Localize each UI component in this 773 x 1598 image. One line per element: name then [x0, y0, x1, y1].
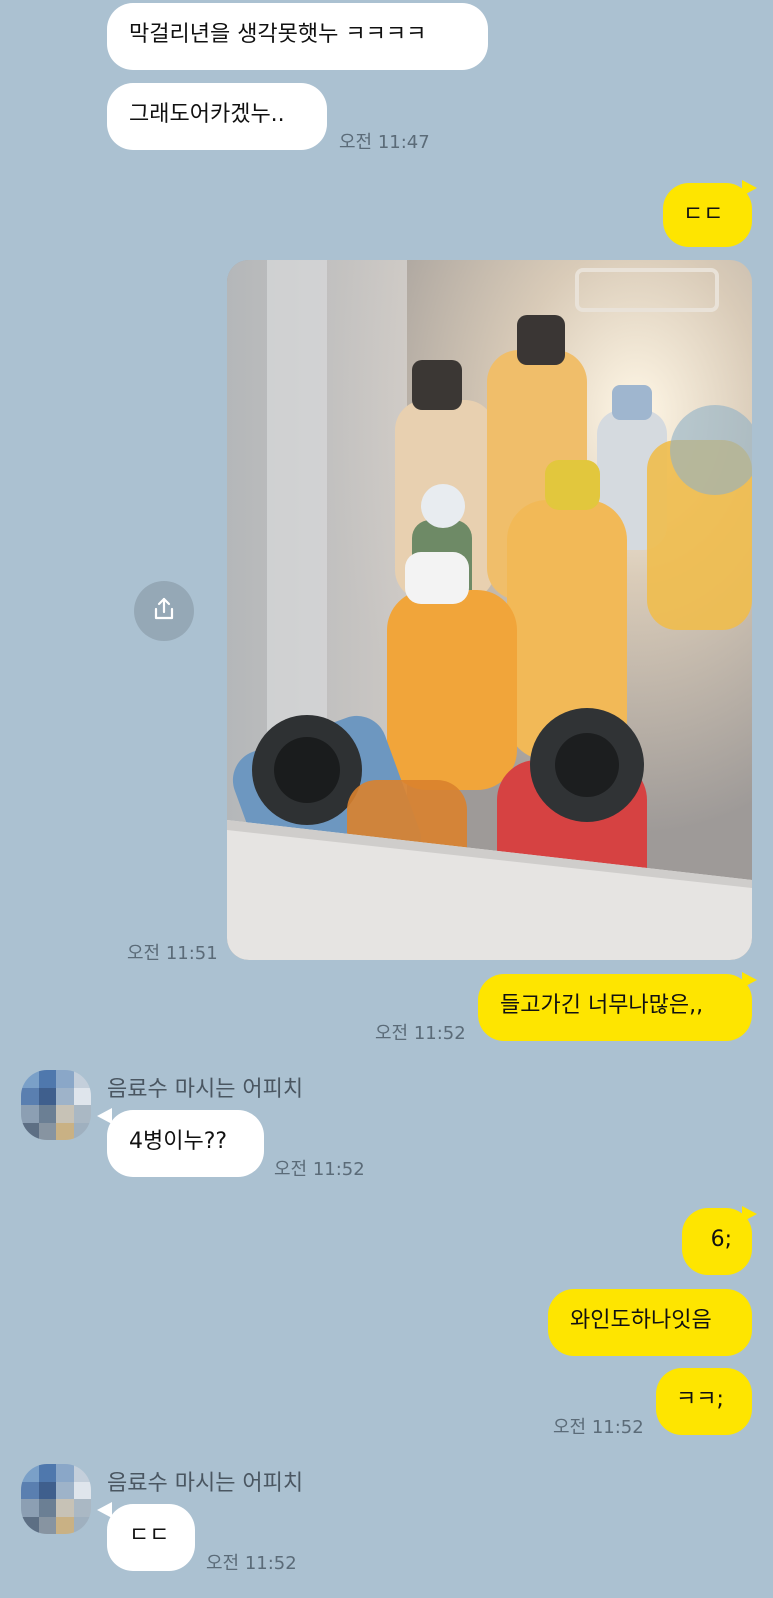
message-text: ㄷㄷ — [683, 202, 724, 227]
message-bubble-outgoing[interactable]: 들고가긴 너무나많은,, — [478, 974, 752, 1041]
message-text: ㄷㄷ — [129, 1523, 170, 1548]
fridge-photo-image — [227, 260, 752, 960]
bubble-tail — [97, 1502, 112, 1518]
message-time: 오전 11:52 — [206, 1553, 297, 1574]
message-bubble-outgoing[interactable]: 와인도하나잇음 — [548, 1289, 752, 1356]
bubble-tail — [742, 972, 757, 988]
message-time: 오전 11:51 — [127, 943, 218, 964]
message-bubble-incoming[interactable]: ㄷㄷ — [107, 1504, 195, 1571]
avatar-icon[interactable] — [21, 1464, 91, 1534]
message-bubble-incoming[interactable]: 막걸리년을 생각못햇누 ㅋㅋㅋㅋ — [107, 3, 488, 70]
message-bubble-outgoing[interactable]: ㅋㅋ; — [656, 1368, 752, 1435]
sender-name: 음료수 마시는 어피치 — [107, 1077, 304, 1102]
message-text: 그래도어카겠누.. — [129, 102, 285, 127]
message-time: 오전 11:52 — [375, 1023, 466, 1044]
message-text: ㅋㅋ; — [676, 1387, 724, 1412]
message-bubble-incoming[interactable]: 4병이누?? — [107, 1110, 264, 1177]
message-bubble-incoming[interactable]: 그래도어카겠누.. — [107, 83, 327, 150]
message-time: 오전 11:52 — [274, 1159, 365, 1180]
message-text: 들고가긴 너무나많은,, — [500, 993, 704, 1018]
photo-message[interactable] — [227, 260, 752, 960]
message-time: 오전 11:47 — [339, 132, 430, 153]
message-text: 4병이누?? — [129, 1129, 228, 1154]
message-bubble-outgoing[interactable]: ㄷㄷ — [663, 183, 752, 247]
sender-name: 음료수 마시는 어피치 — [107, 1471, 304, 1496]
share-icon — [150, 595, 178, 627]
bubble-tail — [742, 180, 757, 196]
bubble-tail — [742, 1206, 757, 1222]
message-text: 와인도하나잇음 — [570, 1308, 712, 1333]
message-text: 막걸리년을 생각못햇누 ㅋㅋㅋㅋ — [129, 22, 427, 47]
bubble-tail — [97, 1108, 112, 1124]
message-time: 오전 11:52 — [553, 1417, 644, 1438]
message-text: 6; — [710, 1227, 732, 1252]
avatar-icon[interactable] — [21, 1070, 91, 1140]
share-button[interactable] — [134, 581, 194, 641]
